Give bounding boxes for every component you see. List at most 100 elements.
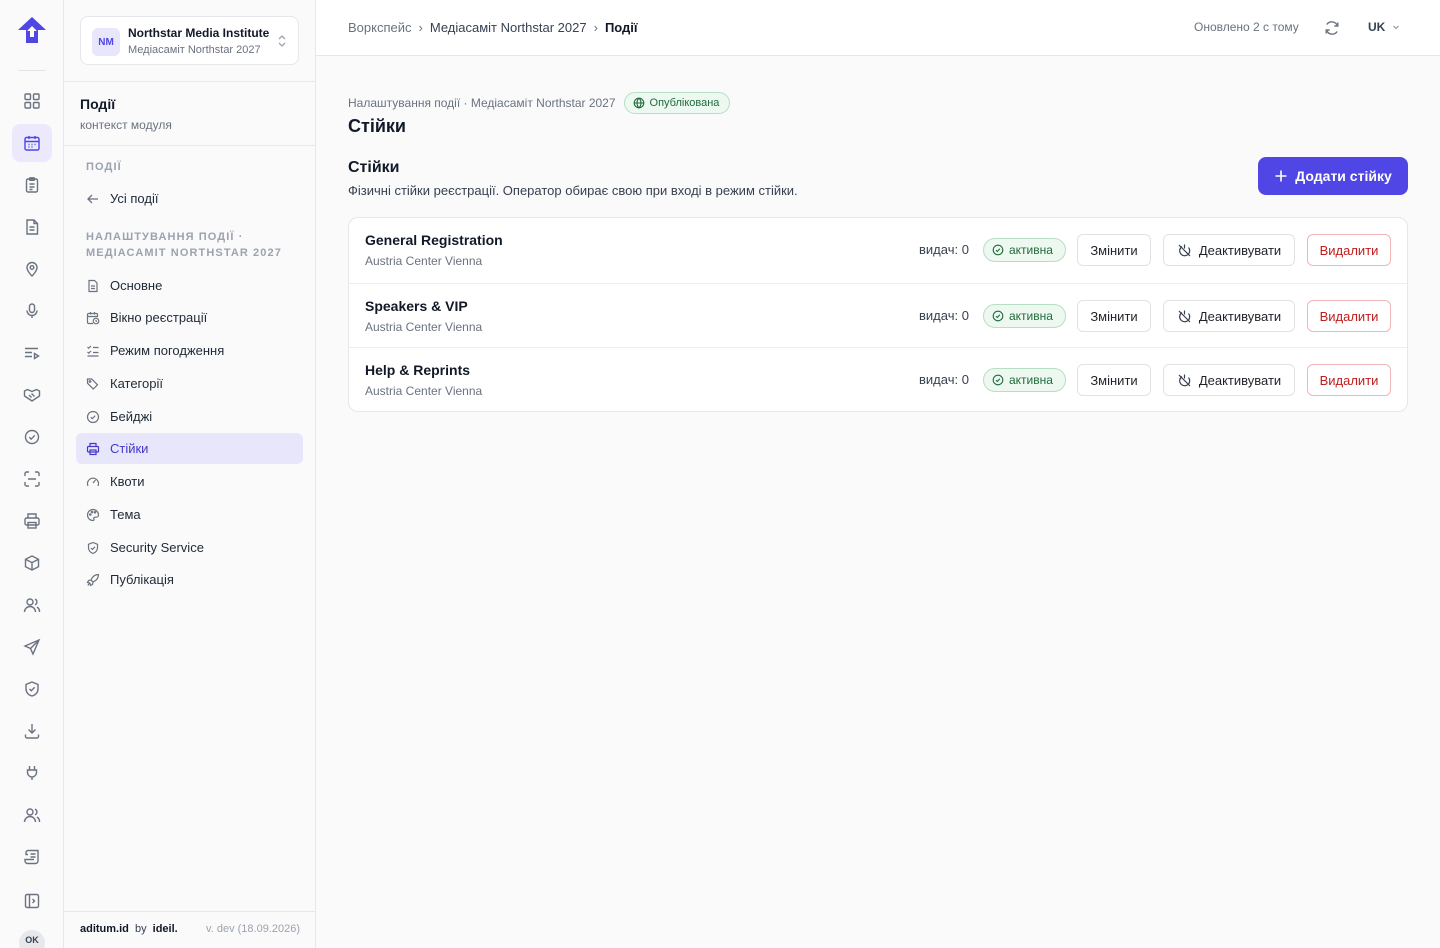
rail-tasks[interactable] [12, 166, 52, 204]
rail-divider [18, 70, 46, 71]
footer-company[interactable]: ideil. [153, 923, 178, 935]
rail-print[interactable] [12, 502, 52, 540]
check-badge-icon [24, 429, 40, 445]
nav-label: Публікація [110, 572, 174, 587]
delete-desk-button[interactable]: Видалити [1307, 300, 1391, 332]
sidebar-divider [64, 145, 315, 146]
nav-label: Категорії [110, 376, 163, 391]
rail-integrations[interactable] [12, 754, 52, 792]
nav-quotas[interactable]: Квоти [76, 466, 303, 497]
deactivate-label: Деактивувати [1198, 308, 1282, 324]
edit-desk-button[interactable]: Змінити [1077, 364, 1151, 396]
breadcrumb: Воркспейс › Медіасаміт Northstar 2027 › … [348, 20, 638, 35]
edit-desk-button[interactable]: Змінити [1077, 234, 1151, 266]
desk-row: Speakers & VIP Austria Center Vienna вид… [349, 283, 1407, 347]
rail-team[interactable] [12, 796, 52, 834]
published-badge-label: Опублікована [649, 97, 720, 109]
footer-by: by [134, 923, 147, 935]
nav-label: Вікно реєстрації [110, 310, 208, 325]
section-label-line: НАЛАШТУВАННЯ ПОДІЇ · [86, 231, 244, 243]
sidebar-divider [64, 911, 315, 912]
rail-documents[interactable] [12, 208, 52, 246]
deactivate-label: Деактивувати [1198, 372, 1282, 388]
app-logo-icon[interactable] [17, 16, 47, 44]
deactivate-desk-button[interactable]: Деактивувати [1163, 364, 1295, 396]
rail-logs[interactable] [12, 838, 52, 876]
gauge-icon [86, 477, 100, 486]
top-bar: Воркспейс › Медіасаміт Northstar 2027 › … [316, 0, 1440, 56]
deactivate-desk-button[interactable]: Деактивувати [1163, 234, 1295, 266]
delete-desk-button[interactable]: Видалити [1307, 234, 1391, 266]
nav-label: Тема [110, 507, 141, 522]
calendar-clock-icon [86, 311, 100, 324]
desk-row: General Registration Austria Center Vien… [349, 218, 1407, 282]
rail-downloads[interactable] [12, 712, 52, 750]
rail-partners[interactable] [12, 376, 52, 414]
last-updated: Оновлено 2 с тому [1194, 20, 1299, 34]
add-desk-label: Додати стійку [1295, 168, 1392, 184]
users-icon [23, 808, 41, 823]
app-version: v. dev (18.09.2026) [206, 923, 300, 935]
scroll-icon [24, 849, 39, 865]
rail-dashboard[interactable] [12, 82, 52, 120]
users-icon [23, 598, 41, 613]
section-title: Стійки [348, 159, 400, 176]
box-icon [24, 555, 40, 571]
nav-categories[interactable]: Категорії [76, 368, 303, 399]
rail-people[interactable] [12, 586, 52, 624]
desk-name: Speakers & VIP [365, 298, 468, 314]
section-label-events: ПОДІЇ [86, 161, 122, 173]
user-avatar[interactable]: OK [19, 930, 45, 948]
nav-security-service[interactable]: Security Service [76, 532, 303, 563]
tags-icon [86, 377, 99, 390]
rail-approvals[interactable] [12, 418, 52, 456]
page-title: Стійки [348, 116, 406, 136]
nav-label: Режим погодження [110, 343, 225, 358]
language-select[interactable]: UK [1368, 20, 1401, 34]
rail-agenda[interactable] [12, 334, 52, 372]
clipboard-icon [25, 177, 39, 193]
rail-locations[interactable] [12, 250, 52, 288]
arrow-left-icon [87, 194, 98, 203]
handshake-icon [23, 388, 41, 402]
footer-brand[interactable]: aditum.id [80, 923, 129, 935]
module-sidebar: NM Northstar Media Institute Медіасаміт … [64, 0, 316, 948]
nav-theme[interactable]: Тема [76, 499, 303, 530]
chevron-up-down-icon [278, 35, 286, 47]
breadcrumb-workspace[interactable]: Воркспейс [348, 20, 412, 35]
desk-name: General Registration [365, 232, 503, 248]
breadcrumb-event[interactable]: Медіасаміт Northstar 2027 [430, 20, 587, 35]
nav-publication[interactable]: Публікація [76, 564, 303, 595]
desk-status-badge: активна [983, 368, 1066, 392]
org-switcher[interactable]: NM Northstar Media Institute Медіасаміт … [80, 16, 299, 65]
nav-registration-window[interactable]: Вікно реєстрації [76, 302, 303, 333]
rail-packages[interactable] [12, 544, 52, 582]
power-off-icon [1178, 310, 1191, 322]
file-icon [26, 219, 39, 235]
rail-audio[interactable] [12, 292, 52, 330]
desk-issued-count: видач: 0 [919, 372, 969, 387]
nav-desks[interactable]: Стійки [76, 433, 303, 464]
rail-collapse[interactable] [12, 882, 52, 920]
rail-events[interactable] [12, 124, 52, 162]
nav-approval-mode[interactable]: Режим погодження [76, 335, 303, 366]
deactivate-label: Деактивувати [1198, 242, 1282, 258]
rail-security[interactable] [12, 670, 52, 708]
refresh-icon[interactable] [1323, 19, 1341, 37]
desk-location: Austria Center Vienna [365, 320, 483, 334]
desk-status-label: активна [1009, 243, 1053, 257]
rail-scan[interactable] [12, 460, 52, 498]
edit-desk-button[interactable]: Змінити [1077, 300, 1151, 332]
nav-basics[interactable]: Основне [76, 270, 303, 301]
power-off-icon [1178, 244, 1191, 256]
add-desk-button[interactable]: Додати стійку [1258, 157, 1408, 195]
module-title: Події [80, 96, 116, 112]
nav-label: Бейджі [110, 409, 153, 424]
desk-status-badge: активна [983, 238, 1066, 262]
delete-desk-button[interactable]: Видалити [1307, 364, 1391, 396]
download-icon [24, 724, 40, 739]
deactivate-desk-button[interactable]: Деактивувати [1163, 300, 1295, 332]
nav-badges[interactable]: Бейджі [76, 401, 303, 432]
rail-send[interactable] [12, 628, 52, 666]
nav-all-events[interactable]: Усі події [76, 183, 303, 214]
